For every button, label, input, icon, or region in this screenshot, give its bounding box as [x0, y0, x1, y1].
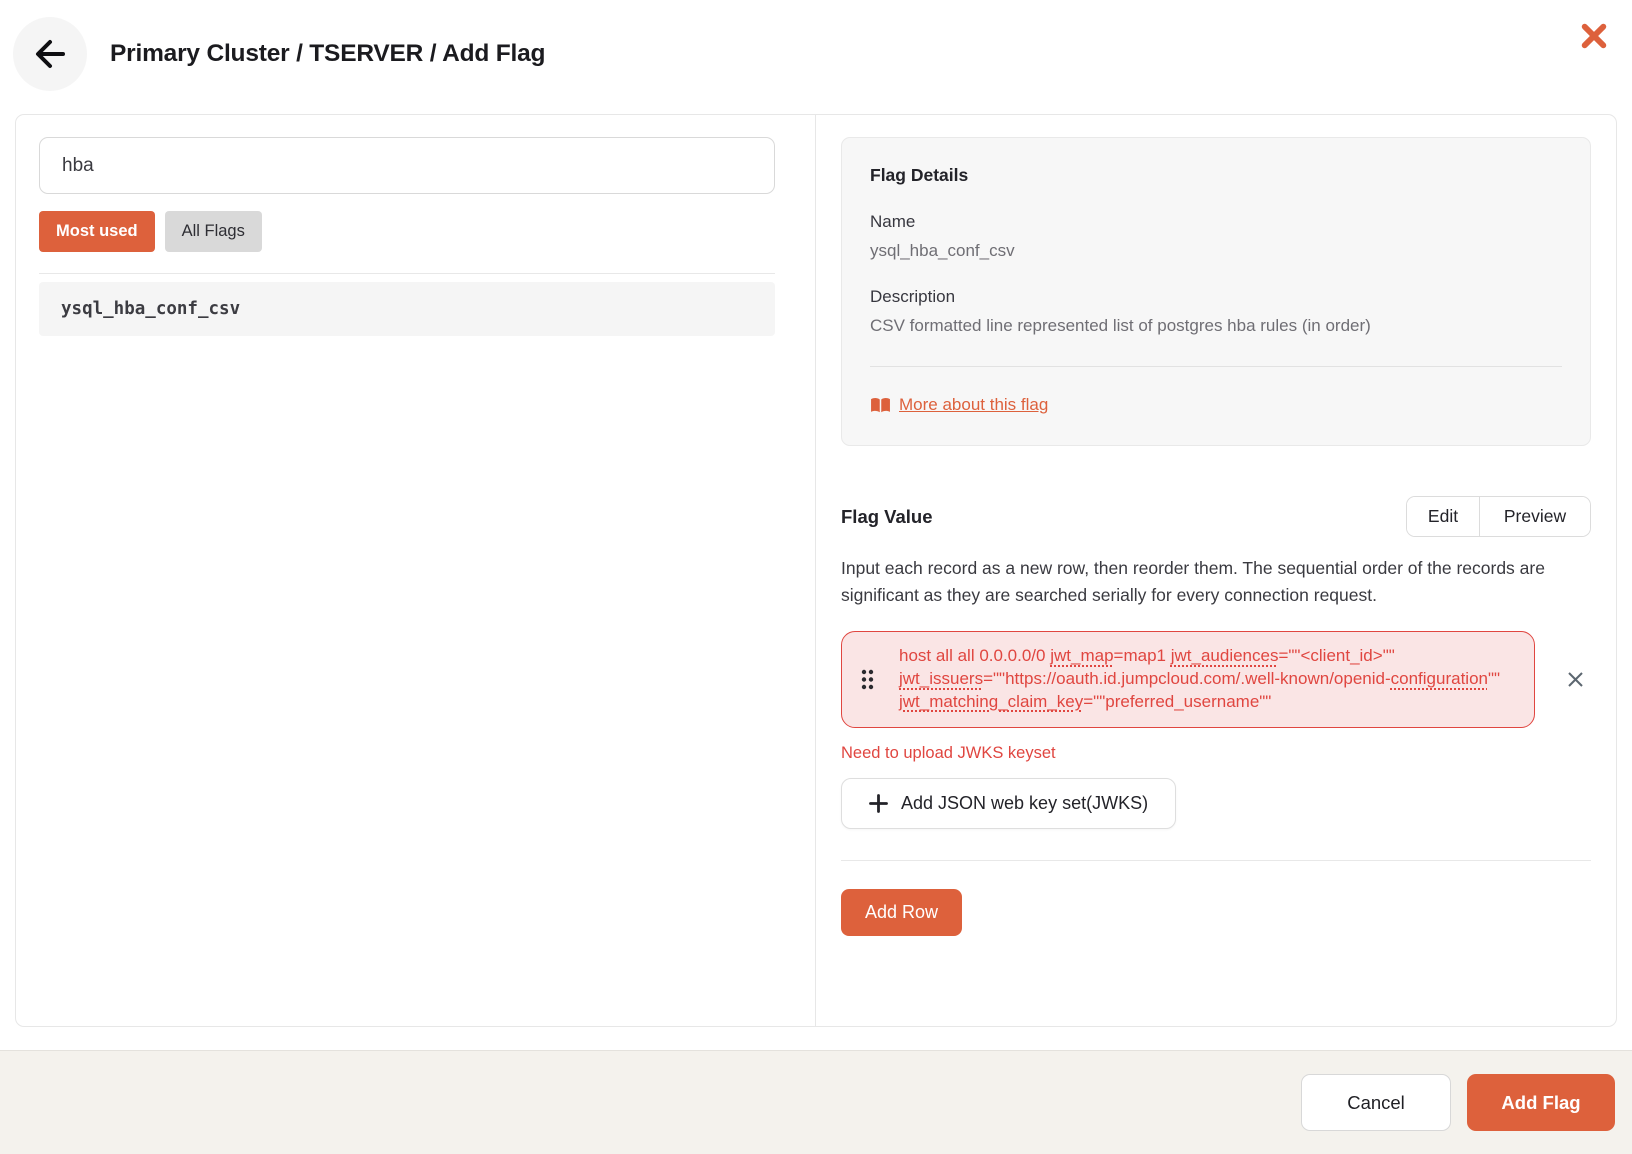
- delete-row-icon: [1566, 670, 1585, 689]
- flag-search-input[interactable]: [39, 137, 775, 194]
- flag-value-row[interactable]: host all all 0.0.0.0/0 jwt_map=map1 jwt_…: [841, 631, 1535, 727]
- jwks-error-text: Need to upload JWKS keyset: [841, 744, 1591, 763]
- flag-name-value: ysql_hba_conf_csv: [870, 241, 1562, 261]
- flag-config-panel: Flag Details Name ysql_hba_conf_csv Desc…: [816, 115, 1617, 1026]
- flag-description-value: CSV formatted line represented list of p…: [870, 316, 1562, 336]
- flag-name-label: Name: [870, 212, 1562, 232]
- add-jwks-button[interactable]: Add JSON web key set(JWKS): [841, 778, 1176, 829]
- delete-row-button[interactable]: [1562, 666, 1588, 692]
- flag-search-panel: Most used All Flags ysql_hba_conf_csv: [16, 115, 816, 1026]
- more-about-flag-link[interactable]: More about this flag: [899, 395, 1048, 415]
- close-button[interactable]: [1578, 20, 1610, 52]
- book-icon: [870, 397, 891, 414]
- page-title: Primary Cluster / TSERVER / Add Flag: [110, 40, 545, 68]
- preview-tab[interactable]: Preview: [1480, 497, 1590, 536]
- modal-body: Most used All Flags ysql_hba_conf_csv Fl…: [15, 114, 1617, 1027]
- flag-value-header: Flag Value Edit Preview: [841, 496, 1591, 537]
- flag-value-divider: [841, 860, 1591, 861]
- modal-header: Primary Cluster / TSERVER / Add Flag: [0, 0, 1632, 114]
- flag-description-label: Description: [870, 287, 1562, 307]
- filter-toggle-group: Most used All Flags: [39, 211, 775, 252]
- flag-details-heading: Flag Details: [870, 165, 1562, 186]
- flag-value-row-text[interactable]: host all all 0.0.0.0/0 jwt_map=map1 jwt_…: [899, 645, 1505, 713]
- flag-value-row-line: host all all 0.0.0.0/0 jwt_map=map1 jwt_…: [841, 631, 1591, 727]
- modal-footer: Cancel Add Flag: [0, 1050, 1632, 1154]
- flag-value-instructions: Input each record as a new row, then reo…: [841, 555, 1591, 609]
- add-row-button[interactable]: Add Row: [841, 889, 962, 936]
- drag-handle-icon[interactable]: [858, 666, 877, 693]
- add-flag-button[interactable]: Add Flag: [1467, 1074, 1615, 1131]
- edit-preview-toggle: Edit Preview: [1406, 496, 1591, 537]
- add-jwks-label: Add JSON web key set(JWKS): [901, 793, 1148, 814]
- filter-most-used-button[interactable]: Most used: [39, 211, 155, 252]
- flag-details-card: Flag Details Name ysql_hba_conf_csv Desc…: [841, 137, 1591, 446]
- list-divider: [39, 273, 775, 274]
- plus-icon: [869, 794, 888, 813]
- close-icon: [1580, 22, 1608, 50]
- edit-tab[interactable]: Edit: [1407, 497, 1480, 536]
- flag-value-heading: Flag Value: [841, 506, 933, 528]
- flag-details-divider: [870, 366, 1562, 367]
- more-about-flag-row: More about this flag: [870, 395, 1562, 415]
- back-button[interactable]: [13, 17, 87, 91]
- back-arrow-icon: [33, 37, 67, 71]
- filter-all-flags-button[interactable]: All Flags: [165, 211, 262, 252]
- cancel-button[interactable]: Cancel: [1301, 1074, 1451, 1131]
- flag-list-item[interactable]: ysql_hba_conf_csv: [39, 282, 775, 336]
